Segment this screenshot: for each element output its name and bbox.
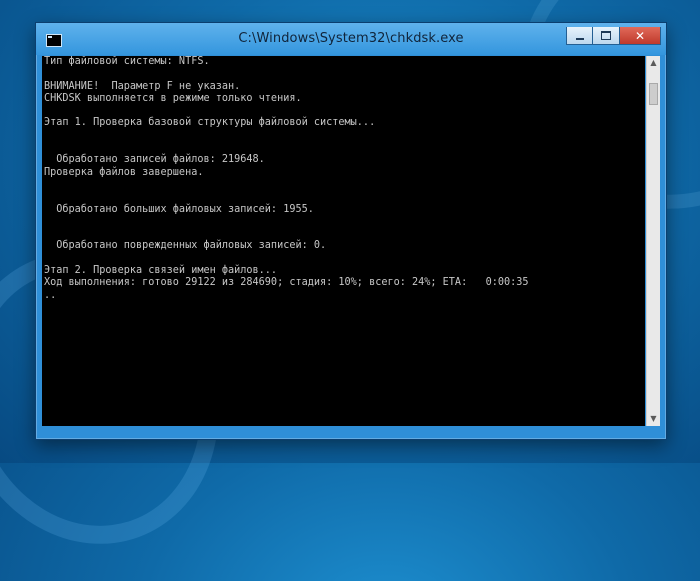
console-line: Ход выполнения: готово 29122 из 284690; … — [44, 277, 529, 289]
minimize-button[interactable] — [566, 27, 593, 45]
console-line: Обработано поврежденных файловых записей… — [44, 240, 327, 252]
console-line: Этап 1. Проверка базовой структуры файло… — [44, 117, 376, 129]
maximize-icon — [601, 31, 611, 40]
vertical-scrollbar[interactable]: ▲ ▼ — [646, 56, 660, 426]
console-line: Обработано больших файловых записей: 195… — [44, 203, 314, 215]
close-button[interactable]: ✕ — [620, 27, 661, 45]
title-bar[interactable]: C:\Windows\System32\chkdsk.exe ✕ — [36, 23, 666, 55]
minimize-icon — [575, 37, 584, 40]
console-line: Тип файловой системы: NTFS. — [44, 56, 210, 67]
console-output-area[interactable]: Тип файловой системы: NTFS. ВНИМАНИЕ! Па… — [42, 56, 645, 426]
scroll-up-arrow-icon[interactable]: ▲ — [647, 56, 660, 70]
console-line: ВНИМАНИЕ! Параметр F не указан. — [44, 80, 241, 92]
console-line: .. — [44, 289, 57, 301]
console-line: Этап 2. Проверка связей имен файлов... — [44, 265, 278, 277]
scrollbar-thumb[interactable] — [649, 83, 658, 105]
close-icon: ✕ — [634, 28, 646, 43]
console-text: Тип файловой системы: NTFS. ВНИМАНИЕ! Па… — [42, 56, 645, 302]
console-line: Проверка файлов завершена. — [44, 166, 204, 178]
console-line: CHKDSK выполняется в режиме только чтени… — [44, 92, 302, 104]
console-line: Обработано записей файлов: 219648. — [44, 154, 265, 166]
maximize-button[interactable] — [593, 27, 620, 45]
console-window: C:\Windows\System32\chkdsk.exe ✕ Тип фай… — [35, 22, 667, 440]
scroll-down-arrow-icon[interactable]: ▼ — [647, 412, 660, 426]
